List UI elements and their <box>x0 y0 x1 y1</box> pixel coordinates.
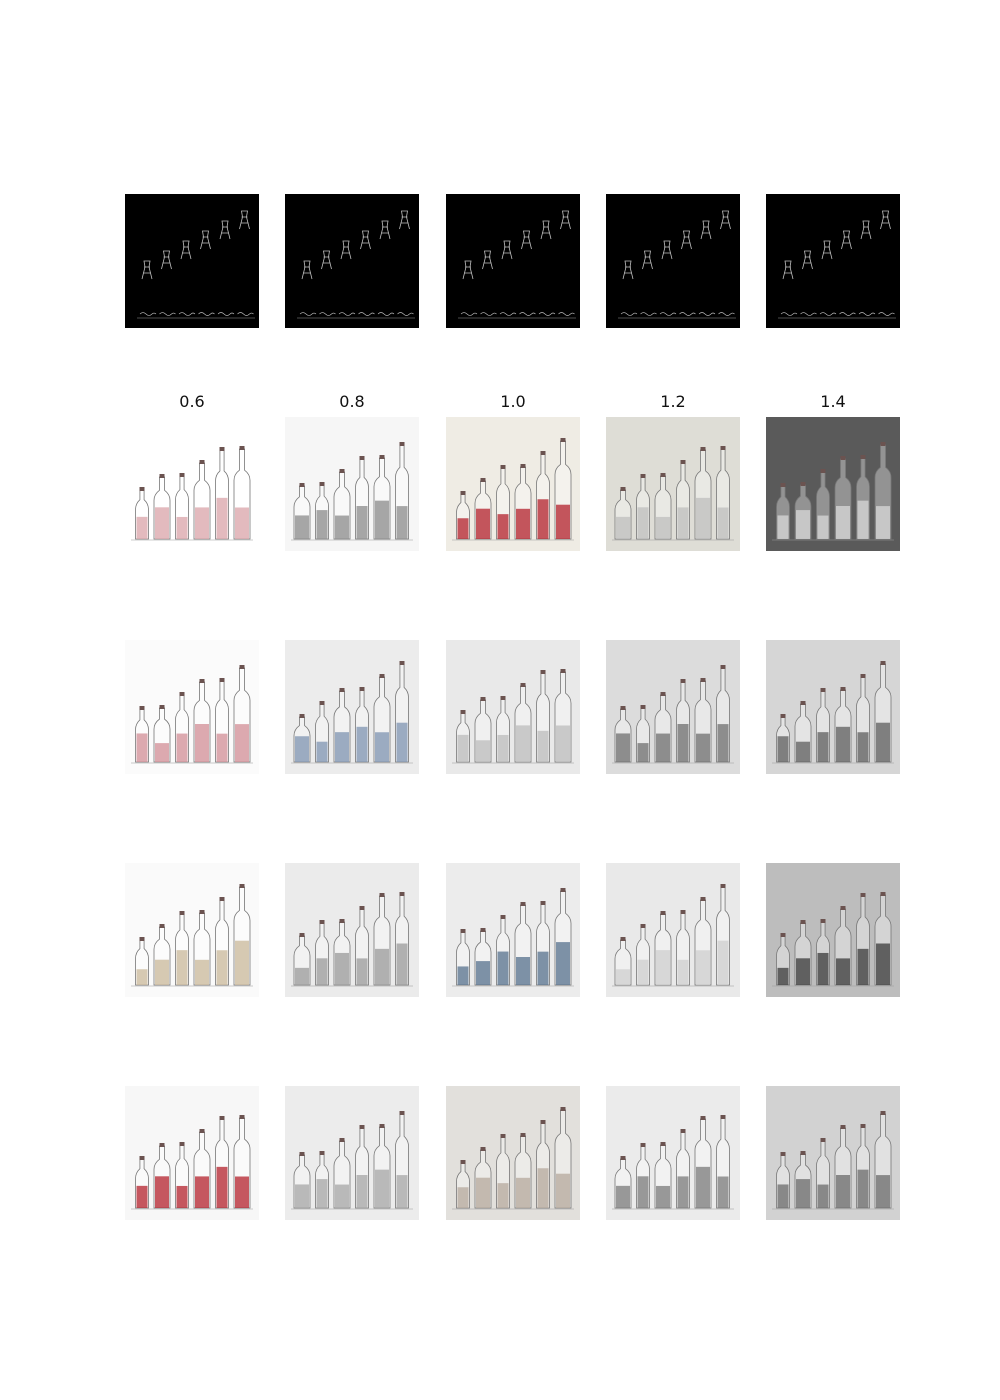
bottles-watercolor-icon <box>125 417 259 551</box>
grid-image-r3-c0 <box>125 863 259 997</box>
grid-image-r4-c4 <box>766 1086 900 1220</box>
bottles-watercolor-icon <box>446 640 580 774</box>
grid-image-r1-c2 <box>446 417 580 551</box>
bottles-watercolor-icon <box>766 640 900 774</box>
bottles-watercolor-icon <box>766 1086 900 1220</box>
grid-image-r0-c1 <box>285 194 419 328</box>
grid-image-r2-c2 <box>446 640 580 774</box>
bottle-sketch-condition-icon <box>446 194 580 328</box>
grid-image-r4-c1 <box>285 1086 419 1220</box>
bottle-sketch-condition-icon <box>606 194 740 328</box>
bottles-watercolor-icon <box>446 1086 580 1220</box>
bottle-sketch-condition-icon <box>766 194 900 328</box>
grid-image-r3-c1 <box>285 863 419 997</box>
bottles-watercolor-icon <box>446 863 580 997</box>
bottles-watercolor-icon <box>125 863 259 997</box>
column-label-1: 0.8 <box>339 392 365 411</box>
bottles-watercolor-icon <box>285 1086 419 1220</box>
grid-image-r1-c3 <box>606 417 740 551</box>
grid-image-r0-c3 <box>606 194 740 328</box>
bottle-sketch-condition-icon <box>125 194 259 328</box>
grid-image-r3-c2 <box>446 863 580 997</box>
bottles-watercolor-icon <box>285 640 419 774</box>
grid-image-r4-c0 <box>125 1086 259 1220</box>
grid-image-r4-c3 <box>606 1086 740 1220</box>
column-label-2: 1.0 <box>500 392 526 411</box>
bottles-watercolor-icon <box>766 863 900 997</box>
grid-image-r2-c3 <box>606 640 740 774</box>
grid-image-r1-c0 <box>125 417 259 551</box>
grid-image-r2-c0 <box>125 640 259 774</box>
bottles-watercolor-icon <box>125 640 259 774</box>
bottles-watercolor-icon <box>606 640 740 774</box>
bottles-watercolor-icon <box>606 1086 740 1220</box>
grid-image-r0-c0 <box>125 194 259 328</box>
column-label-3: 1.2 <box>660 392 686 411</box>
grid-image-r3-c4 <box>766 863 900 997</box>
column-label-0: 0.6 <box>179 392 205 411</box>
grid-image-r4-c2 <box>446 1086 580 1220</box>
grid-image-r0-c2 <box>446 194 580 328</box>
bottles-watercolor-icon <box>606 863 740 997</box>
bottles-watercolor-icon <box>285 417 419 551</box>
grid-image-r2-c4 <box>766 640 900 774</box>
grid-image-r1-c4 <box>766 417 900 551</box>
grid-image-r2-c1 <box>285 640 419 774</box>
bottles-watercolor-icon <box>446 417 580 551</box>
grid-image-r3-c3 <box>606 863 740 997</box>
grid-image-r1-c1 <box>285 417 419 551</box>
column-label-4: 1.4 <box>820 392 846 411</box>
grid-image-r0-c4 <box>766 194 900 328</box>
bottle-sketch-condition-icon <box>285 194 419 328</box>
bottles-watercolor-icon <box>125 1086 259 1220</box>
bottles-watercolor-icon <box>766 417 900 551</box>
bottles-watercolor-icon <box>285 863 419 997</box>
bottles-watercolor-icon <box>606 417 740 551</box>
